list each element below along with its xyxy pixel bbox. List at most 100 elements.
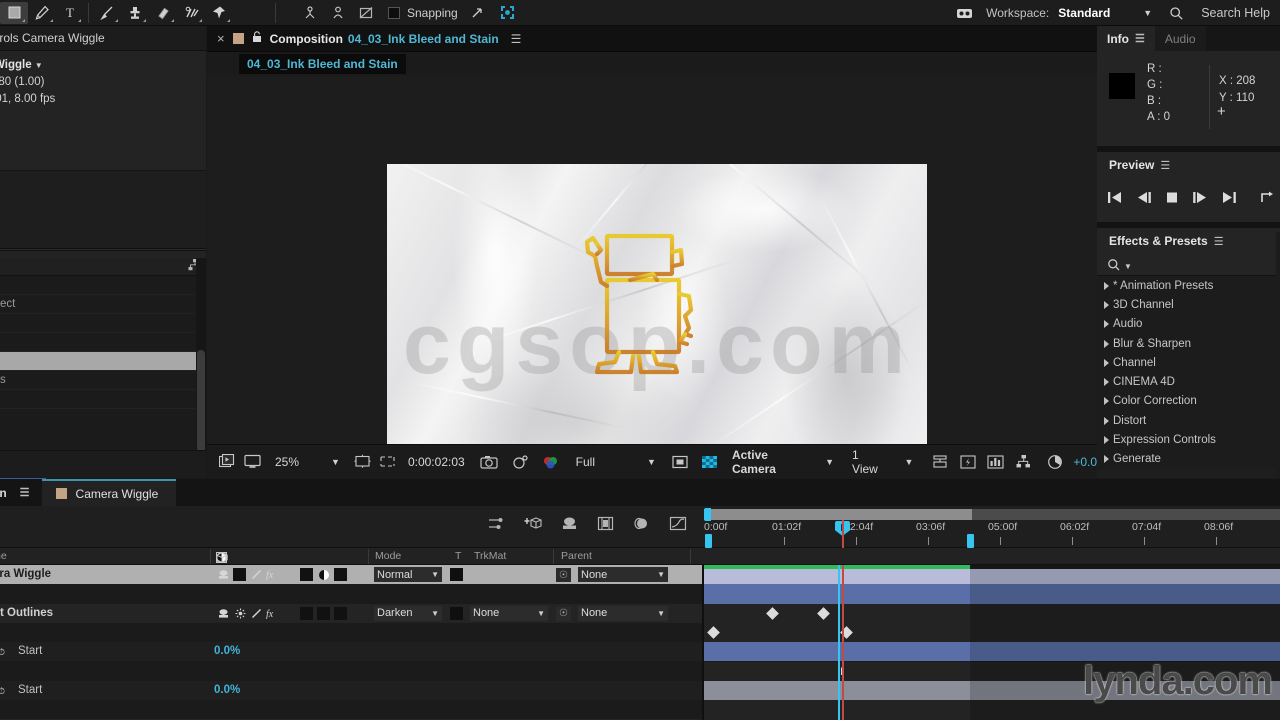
list-item[interactable] (0, 333, 206, 352)
zoom-chevron-down-icon[interactable]: ▼ (331, 457, 340, 467)
pen-tool[interactable] (28, 2, 56, 24)
timeline-panel-tab[interactable]: in ☰ (0, 486, 30, 500)
track-row[interactable] (704, 700, 1280, 720)
scrollbar-thumb[interactable] (197, 350, 205, 460)
motion-blur-switch[interactable] (317, 606, 330, 620)
property-value[interactable]: 0.0% (214, 645, 240, 657)
puppet-pin-tool[interactable] (205, 2, 233, 24)
blend-mode-dropdown[interactable]: Normal ▼ (374, 567, 442, 582)
disclosure-triangle-icon[interactable] (1104, 397, 1109, 406)
collapse-switch[interactable] (233, 607, 248, 620)
view-camera-value[interactable]: Active Camera (732, 448, 812, 476)
list-item[interactable] (0, 390, 206, 409)
panel-menu-icon[interactable]: ☰ (1135, 32, 1145, 45)
tab-audio[interactable]: Audio (1154, 26, 1206, 51)
stopwatch-icon[interactable]: ⏱ (0, 686, 5, 697)
list-item[interactable] (0, 314, 206, 333)
eraser-tool[interactable] (149, 2, 177, 24)
track-row[interactable] (704, 622, 1280, 643)
monitor-icon[interactable] (240, 451, 265, 473)
effects-category-row[interactable]: CINEMA 4D (1097, 372, 1280, 391)
layer-duration-bar[interactable] (704, 642, 1280, 662)
track-row[interactable]: I (704, 661, 1280, 681)
snapping-arrow-icon[interactable] (464, 2, 492, 24)
frame-blend-switch[interactable] (300, 568, 313, 581)
anchor-point-tool[interactable] (296, 2, 324, 24)
current-time-display[interactable]: 0:00:02:03 (408, 455, 465, 469)
selection-tool[interactable] (0, 1, 28, 24)
graph-editor-toggle-icon[interactable] (488, 516, 505, 537)
work-area-end-marker[interactable] (967, 534, 974, 548)
frame-blending-icon[interactable] (597, 516, 614, 537)
work-area-start-marker[interactable] (705, 534, 712, 548)
timeline-jump-icon[interactable] (983, 451, 1008, 473)
column-header-trkmat[interactable]: TrkMat (474, 550, 506, 562)
snapping-checkbox[interactable] (388, 6, 400, 19)
mask-outline-icon[interactable] (375, 451, 400, 473)
effects-search-input[interactable] (1135, 258, 1246, 271)
composition-canvas[interactable]: cgsop.com (387, 164, 927, 468)
preserve-transparency-checkbox[interactable] (450, 568, 463, 581)
stopwatch-icon[interactable]: ⏱ (0, 647, 5, 658)
timeline-track-area[interactable]: I (704, 565, 1280, 720)
chevron-down-icon[interactable]: ▼ (35, 61, 43, 70)
workspace-chevron-down-icon[interactable]: ▼ (1143, 8, 1152, 18)
effects-category-row[interactable]: 3D Channel (1097, 295, 1280, 314)
3d-layer-icon[interactable] (216, 552, 228, 566)
list-item[interactable]: s (0, 371, 206, 390)
stop-button[interactable] (1165, 191, 1179, 209)
effects-category-row[interactable]: Color Correction (1097, 392, 1280, 411)
panel-menu-icon[interactable]: ☰ (20, 486, 30, 499)
effects-category-row[interactable]: Audio (1097, 315, 1280, 334)
adjustment-layer-switch[interactable] (316, 568, 331, 581)
track-row[interactable] (704, 584, 1280, 604)
property-name[interactable]: Start (18, 645, 42, 657)
property-value[interactable]: 0.0% (214, 684, 240, 696)
mask-tool[interactable] (352, 2, 380, 24)
disclosure-triangle-icon[interactable] (1104, 455, 1109, 464)
parent-pickwhip[interactable]: ☉ (556, 568, 571, 582)
effects-scrollbar[interactable] (1276, 232, 1280, 478)
resolution-chevron-down-icon[interactable]: ▼ (647, 457, 656, 467)
frame-blend-switch[interactable] (300, 606, 313, 620)
shy-switch[interactable] (216, 568, 231, 581)
disclosure-triangle-icon[interactable] (1104, 320, 1109, 329)
disclosure-triangle-icon[interactable] (1104, 378, 1109, 387)
shy-switch[interactable] (216, 607, 231, 620)
layout-chevron-down-icon[interactable]: ▼ (904, 457, 913, 467)
region-of-interest-icon[interactable] (350, 451, 375, 473)
resolution-value[interactable]: Full (576, 455, 595, 469)
effect-controls-tab-label[interactable]: trols Camera Wiggle (0, 31, 105, 45)
layer-name[interactable]: ot Outlines (0, 607, 53, 619)
quality-switch[interactable] (249, 607, 264, 620)
blend-mode-dropdown[interactable]: Darken ▼ (374, 605, 442, 621)
timeline-ruler[interactable]: 0:00f 01:02f 02:04f 03:06f 05:00f 06:02f… (704, 506, 1280, 548)
empty-track[interactable] (704, 700, 1280, 720)
list-item-selected[interactable] (0, 352, 206, 371)
effects-category-row[interactable]: Channel (1097, 353, 1280, 372)
breadcrumb-item[interactable]: 04_03_Ink Bleed and Stain (239, 54, 406, 74)
effects-switch[interactable]: fx (265, 568, 280, 581)
project-scrollbar[interactable] (196, 258, 206, 478)
property-name[interactable]: Start (18, 684, 42, 696)
layer-duration-bar[interactable] (704, 584, 1280, 604)
parent-dropdown[interactable]: None ▼ (578, 567, 668, 582)
exposure-icon[interactable] (1042, 451, 1067, 473)
disclosure-triangle-icon[interactable] (1104, 339, 1109, 348)
view-layout-value[interactable]: 1 View (852, 448, 886, 476)
roto-brush-tool[interactable] (177, 2, 205, 24)
graph-editor-icon[interactable] (669, 516, 687, 537)
snapshot-camera-icon[interactable] (477, 451, 502, 473)
3d-layer-switch[interactable] (334, 606, 347, 620)
clone-stamp-tool[interactable] (121, 2, 149, 24)
timeline-comp-tab[interactable]: Camera Wiggle (41, 479, 177, 506)
work-area-fill[interactable] (704, 509, 972, 520)
trkmat-dropdown[interactable]: None ▼ (470, 605, 548, 621)
always-preview-icon[interactable] (215, 451, 240, 473)
3d-layer-switch[interactable] (334, 568, 347, 581)
pixel-aspect-icon[interactable] (927, 451, 952, 473)
first-frame-button[interactable] (1107, 191, 1123, 209)
composition-stage[interactable]: cgsop.com (207, 76, 1097, 468)
hide-shy-layers-icon[interactable] (561, 516, 578, 537)
keyframe-track[interactable] (704, 661, 1280, 681)
